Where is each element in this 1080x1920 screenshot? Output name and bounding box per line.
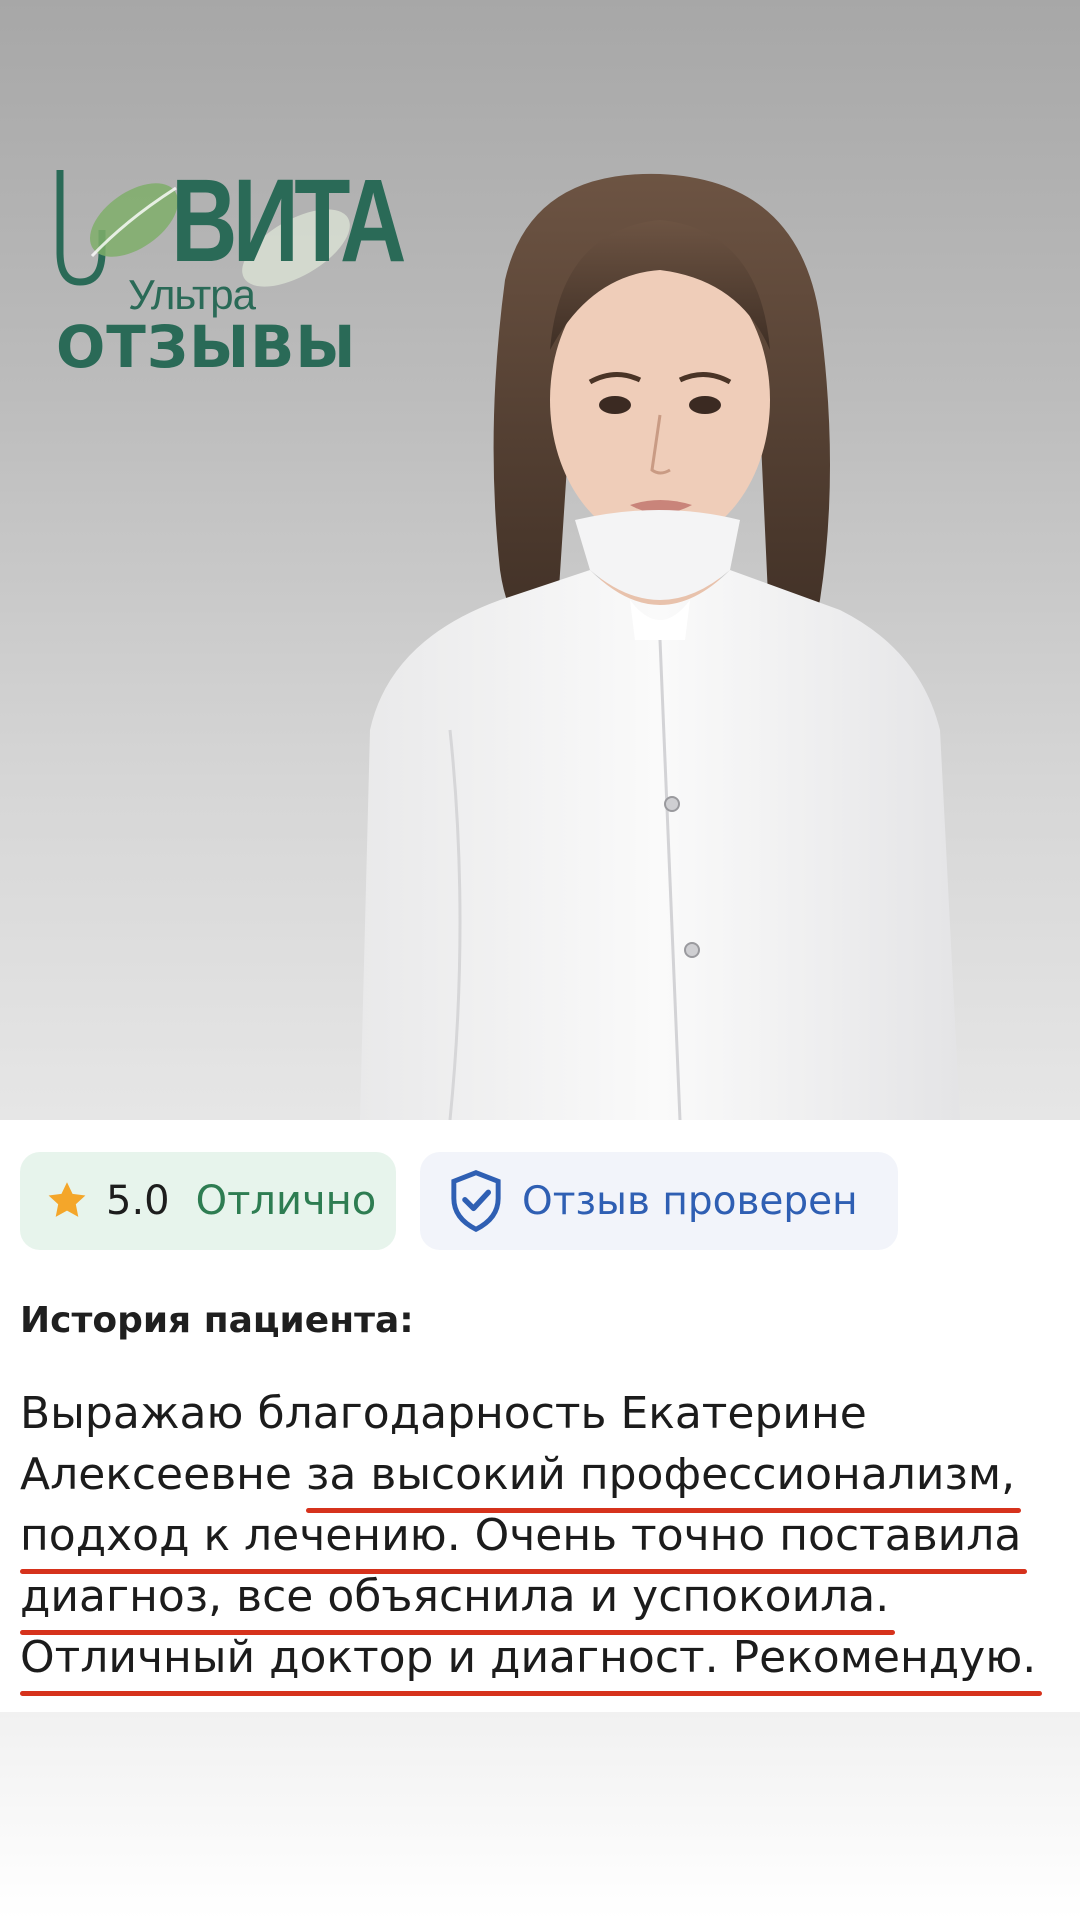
story-line: диагноз, все объяснила и успокоила.	[20, 1566, 1070, 1635]
rating-badge: 5.0 Отлично	[20, 1152, 396, 1250]
hero-banner: ВИТА Ультра ОТЗЫВЫ	[0, 0, 1080, 1120]
verified-badge: Отзыв проверен	[420, 1152, 898, 1250]
doctor-photo	[360, 173, 960, 1120]
story-line: Алексеевне за высокий профессионализм,	[20, 1444, 1070, 1513]
story-highlight: диагноз, все объяснила и успокоила.	[20, 1566, 896, 1635]
story-line: подход к лечению. Очень точно поставила	[20, 1505, 1070, 1574]
logo-subtitle: Ультра	[128, 271, 256, 318]
story-text: Выражаю благодарность Екатерине Алексеев…	[20, 1383, 1070, 1696]
footer-area	[0, 1712, 1080, 1920]
story-line: Выражаю благодарность Екатерине	[20, 1388, 867, 1439]
badges-row: 5.0 Отлично Отзыв проверен	[20, 1152, 1060, 1250]
story-highlight: подход к лечению. Очень точно поставила	[20, 1505, 1028, 1574]
story-highlight: за высокий профессионализм,	[305, 1444, 1022, 1513]
shield-check-icon	[451, 1170, 501, 1233]
star-icon	[48, 1182, 86, 1217]
story-heading: История пациента:	[20, 1300, 414, 1341]
rating-label: Отлично	[195, 1178, 377, 1224]
story-line: Отличный доктор и диагност. Рекомендую.	[20, 1627, 1070, 1696]
story-highlight: Отличный доктор и диагност. Рекомендую.	[20, 1627, 1043, 1696]
verified-label: Отзыв проверен	[522, 1178, 858, 1224]
rating-value: 5.0	[106, 1178, 170, 1224]
